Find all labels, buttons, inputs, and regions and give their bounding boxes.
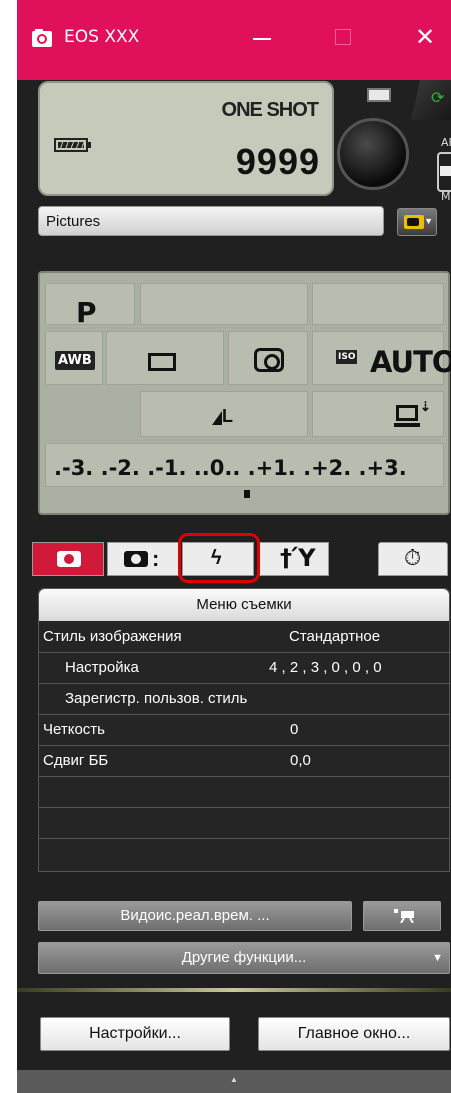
download-arrow-icon: ⇣	[420, 399, 431, 414]
shooting-menu-panel: Меню съемки Стиль изображения Стандартно…	[38, 588, 450, 872]
menu-title: Меню съемки	[39, 589, 449, 621]
menu-row-value: 0	[290, 721, 299, 738]
evaluative-metering-icon	[254, 348, 284, 372]
iso-value: AUTO	[370, 345, 451, 379]
menu-row-adjust[interactable]: Настройка 4 , 2 , 3 , 0 , 0 , 0	[39, 653, 449, 684]
menu-row-value: 4 , 2 , 3 , 0 , 0 , 0	[269, 659, 382, 676]
shooting-mode-value: P	[76, 296, 97, 329]
af-mode-label[interactable]: ONE SHOT	[222, 99, 319, 122]
title-bar: EOS XXX ✕	[17, 0, 451, 80]
minimize-button[interactable]	[253, 38, 271, 40]
tab-shooting-menu-1[interactable]	[32, 542, 104, 576]
movie-camera-icon	[394, 909, 414, 923]
dropdown-arrow-icon: ▼	[432, 952, 443, 964]
close-button[interactable]: ✕	[415, 22, 435, 52]
menu-row-label: Четкость	[43, 721, 105, 738]
movie-button[interactable]	[363, 901, 441, 931]
menu-row-label: Настройка	[65, 659, 139, 676]
camera-icon	[57, 551, 81, 567]
menu-row-value: Стандартное	[289, 628, 381, 645]
menu-row-empty	[39, 777, 449, 808]
quality-value: L	[222, 406, 233, 426]
camera-app-icon	[32, 29, 52, 47]
tab-setup[interactable]: †Ύ	[257, 542, 329, 576]
folder-camera-icon	[404, 215, 424, 229]
window-title: EOS XXX	[64, 27, 140, 47]
top-lcd-panel: ONE SHOT 9999	[38, 81, 334, 196]
af-mf-switch[interactable]	[437, 152, 451, 192]
destination-folder-field[interactable]: Pictures	[38, 206, 384, 236]
menu-row-sharpness[interactable]: Четкость 0	[39, 715, 449, 746]
tab-timer[interactable]: ⏱	[378, 542, 448, 576]
live-view-button[interactable]: Видоис.реал.врем. ...	[38, 901, 352, 931]
single-shot-drive-icon	[148, 353, 176, 371]
menu-row-label: Зарегистр. пользов. стиль	[65, 690, 248, 707]
aperture-cell[interactable]	[312, 283, 444, 325]
folder-menu-button[interactable]: ▼	[397, 208, 437, 236]
awb-icon: AWB	[55, 351, 95, 370]
shots-remaining: 9999	[235, 141, 320, 182]
dropdown-arrow-icon: ▼	[424, 216, 433, 226]
status-led-icon	[367, 88, 391, 102]
settings-button[interactable]: Настройки...	[40, 1017, 230, 1051]
menu-row-value: 0,0	[290, 752, 311, 769]
main-window-button[interactable]: Главное окно...	[258, 1017, 450, 1051]
menu-row-label: Стиль изображения	[43, 628, 182, 645]
quality-large-icon	[212, 411, 222, 425]
wrench-icon: †Ύ	[280, 544, 316, 572]
collapse-arrow-icon: ▲	[230, 1075, 238, 1084]
iso-icon: ISO	[336, 350, 358, 364]
eos-utility-window: EOS XXX ✕ ONE SHOT 9999 ⟳ AF MF Pictures…	[17, 0, 451, 1093]
af-label: AF	[441, 136, 451, 149]
maximize-button[interactable]	[335, 29, 351, 45]
camera-icon	[124, 551, 148, 567]
mf-label: MF	[441, 190, 451, 203]
exposure-scale: .-3. .-2. .-1. ..0.. .+1. .+2. .+3.	[54, 456, 407, 480]
save-to-computer-icon	[394, 405, 420, 427]
other-functions-button[interactable]: Другие функции... ▼	[38, 942, 450, 974]
menu-row-register-user-style[interactable]: Зарегистр. пользов. стиль	[39, 684, 449, 715]
other-functions-label: Другие функции...	[181, 949, 307, 966]
folder-name: Pictures	[46, 213, 101, 230]
battery-icon	[54, 138, 91, 152]
menu-row-wb-shift[interactable]: Сдвиг ББ 0,0	[39, 746, 449, 777]
menu-row-empty	[39, 808, 449, 839]
shutter-speed-cell[interactable]	[140, 283, 308, 325]
exposure-indicator	[244, 490, 250, 498]
annotation-highlight-box	[178, 533, 260, 583]
rotate-button[interactable]: ⟳	[411, 80, 451, 120]
colon-icon: :	[152, 546, 160, 571]
tab-shooting-menu-2[interactable]: :	[107, 542, 179, 576]
menu-row-label: Сдвиг ББ	[43, 752, 109, 769]
stopwatch-icon: ⏱	[404, 546, 422, 571]
rotate-icon: ⟳	[431, 90, 445, 107]
shutter-button[interactable]	[337, 118, 409, 190]
menu-row-picture-style[interactable]: Стиль изображения Стандартное	[39, 622, 449, 653]
main-lcd-panel: P AWB ISO AUTO L ⇣ .-3. .-2. .-1. ..0.. …	[38, 271, 451, 515]
divider	[17, 988, 451, 992]
